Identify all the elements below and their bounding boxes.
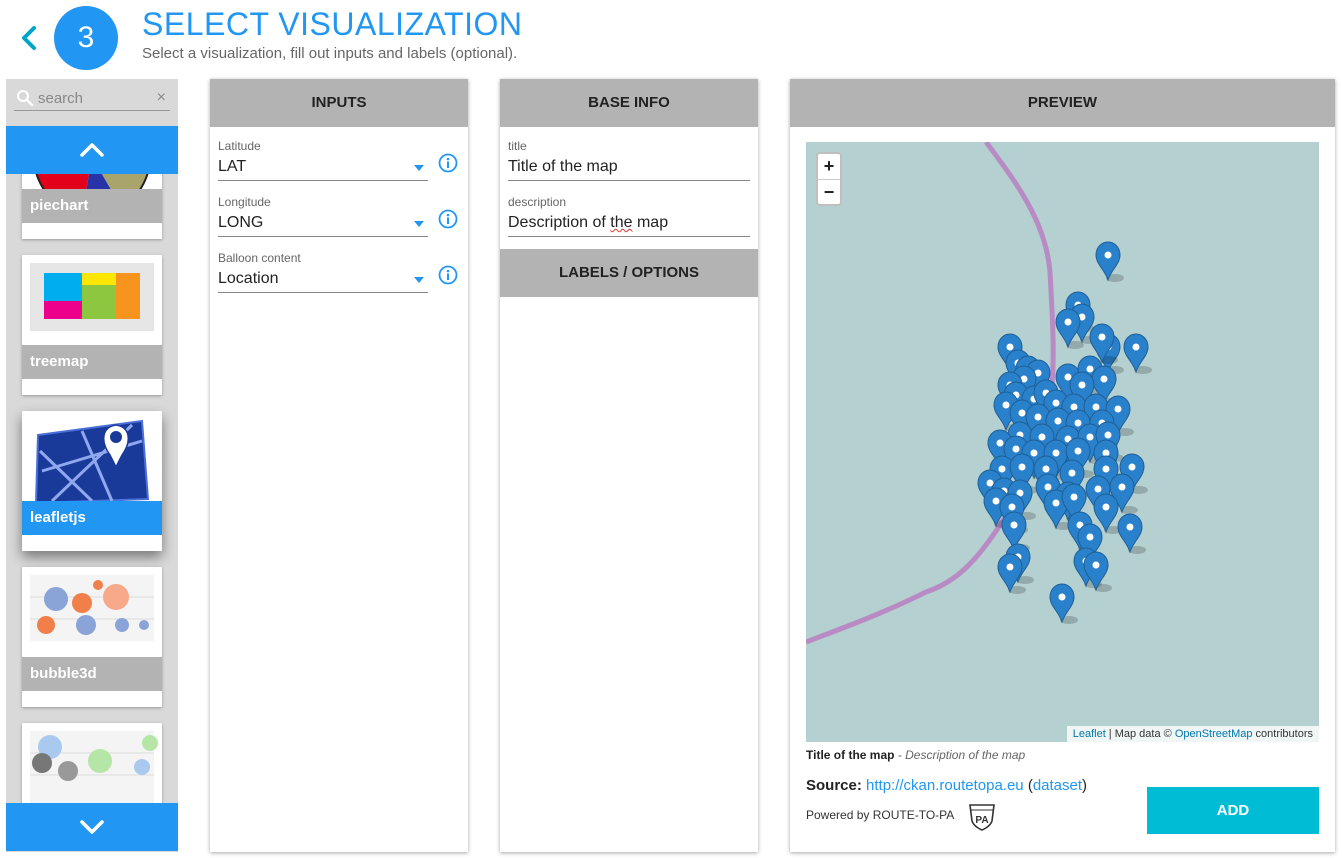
route-to-pa-logo: PA — [969, 804, 995, 831]
chevron-down-icon — [80, 820, 104, 834]
attribution-text: contributors — [1252, 728, 1313, 740]
scroll-up-button[interactable] — [6, 126, 178, 174]
latitude-select[interactable]: LAT — [218, 155, 428, 181]
info-icon[interactable] — [438, 209, 458, 229]
step-number: 3 — [54, 6, 118, 70]
longitude-select[interactable]: LONG — [218, 211, 428, 237]
info-icon[interactable] — [438, 265, 458, 285]
zoom-out-button[interactable]: − — [818, 179, 840, 204]
chevron-up-icon — [80, 143, 104, 157]
spellcheck-word: the — [610, 214, 633, 231]
search-box: × — [14, 85, 170, 111]
map-marker-icon[interactable] — [1123, 333, 1152, 374]
caret-down-icon[interactable] — [414, 221, 424, 227]
field-label: Latitude — [218, 139, 261, 153]
leafletjs-thumbnail — [22, 411, 162, 503]
base-info-header: BASE INFO — [500, 79, 758, 127]
page-subtitle: Select a visualization, fill out inputs … — [142, 45, 518, 62]
search-input[interactable] — [38, 88, 148, 108]
viz-card-bubble3d[interactable]: bubble3d — [22, 567, 162, 707]
viz-label: bubble3d — [22, 657, 162, 691]
attribution-text: | Map data © — [1105, 728, 1175, 740]
clear-search-button[interactable]: × — [157, 89, 166, 107]
latitude-field: Latitude LAT — [218, 127, 460, 183]
balloon-content-field: Balloon content Location — [218, 239, 460, 295]
caption-separator: - — [894, 748, 906, 762]
viz-label: leafletjs — [22, 501, 162, 535]
labels-options-header: LABELS / OPTIONS — [500, 249, 758, 297]
caption-title: Title of the map — [806, 748, 895, 762]
dataset-link[interactable]: dataset — [1033, 777, 1082, 794]
inputs-panel: INPUTS Latitude LAT Longitude LONG Ballo… — [210, 79, 468, 852]
map-marker-icon[interactable] — [1049, 583, 1078, 624]
map-view[interactable]: + − Leaflet | Map data © OpenStreetMap c… — [806, 142, 1319, 742]
visualization-sidebar: × piechart — [6, 79, 178, 852]
title-field: title Title of the map — [508, 127, 750, 183]
openstreetmap-link[interactable]: OpenStreetMap — [1175, 728, 1253, 740]
chevron-left-icon — [22, 26, 36, 50]
preview-panel: PREVIEW + − Leaflet | Map data © OpenStr… — [790, 79, 1335, 852]
map-attribution: Leaflet | Map data © OpenStreetMap contr… — [1066, 726, 1319, 742]
bubble3d-thumbnail — [30, 575, 154, 641]
paren-close: ) — [1082, 777, 1088, 794]
svg-text:PA: PA — [975, 815, 988, 826]
treemap-thumbnail — [30, 263, 154, 331]
scatter-thumbnail — [30, 731, 158, 803]
description-text-end: map — [632, 214, 669, 231]
visualization-list: piechart treemap leafletjs bubble3d — [6, 174, 178, 803]
map-marker-icon[interactable] — [1095, 241, 1124, 282]
field-label: title — [508, 139, 527, 153]
caret-down-icon[interactable] — [414, 165, 424, 171]
page-title: SELECT VISUALIZATION — [142, 6, 523, 42]
inputs-header: INPUTS — [210, 79, 468, 127]
viz-card-piechart[interactable]: piechart — [22, 174, 162, 239]
balloon-content-select[interactable]: Location — [218, 267, 428, 293]
leaflet-link[interactable]: Leaflet — [1073, 728, 1106, 740]
powered-by: Powered by ROUTE-TO-PA — [806, 808, 955, 822]
zoom-control: + − — [816, 152, 842, 206]
caption-description: Description of the map — [905, 748, 1026, 762]
viz-card-leafletjs[interactable]: leafletjs — [22, 411, 162, 551]
caret-down-icon[interactable] — [414, 277, 424, 283]
viz-card-treemap[interactable]: treemap — [22, 255, 162, 395]
info-icon[interactable] — [438, 153, 458, 173]
map-marker-icon[interactable] — [1117, 513, 1146, 554]
field-label: Balloon content — [218, 251, 301, 265]
source-url-link[interactable]: http://ckan.routetopa.eu — [866, 777, 1024, 794]
field-label: Longitude — [218, 195, 271, 209]
title-input[interactable]: Title of the map — [508, 155, 750, 181]
viz-card-scatter[interactable] — [22, 723, 162, 803]
scroll-down-button[interactable] — [6, 803, 178, 851]
preview-header: PREVIEW — [790, 79, 1335, 127]
longitude-field: Longitude LONG — [218, 183, 460, 239]
viz-label: treemap — [22, 345, 162, 379]
paren-open: ( — [1023, 777, 1033, 794]
description-input[interactable]: Description of the map — [508, 211, 750, 237]
page-header: 3 SELECT VISUALIZATION Select a visualiz… — [0, 0, 1342, 76]
zoom-in-button[interactable]: + — [818, 154, 840, 179]
base-info-panel: BASE INFO title Title of the map descrip… — [500, 79, 758, 852]
back-button[interactable] — [18, 22, 42, 54]
field-label: description — [508, 195, 567, 209]
map-caption: Title of the map - Description of the ma… — [806, 748, 1025, 762]
description-text-start: Description of — [508, 214, 611, 231]
source-line: Source: http://ckan.routetopa.eu (datase… — [806, 777, 1087, 794]
search-icon — [17, 90, 34, 107]
add-button[interactable]: ADD — [1147, 787, 1319, 834]
marker-layer — [977, 241, 1152, 624]
description-field: description Description of the map — [508, 183, 750, 239]
viz-label: piechart — [22, 189, 162, 223]
source-label: Source: — [806, 777, 862, 794]
